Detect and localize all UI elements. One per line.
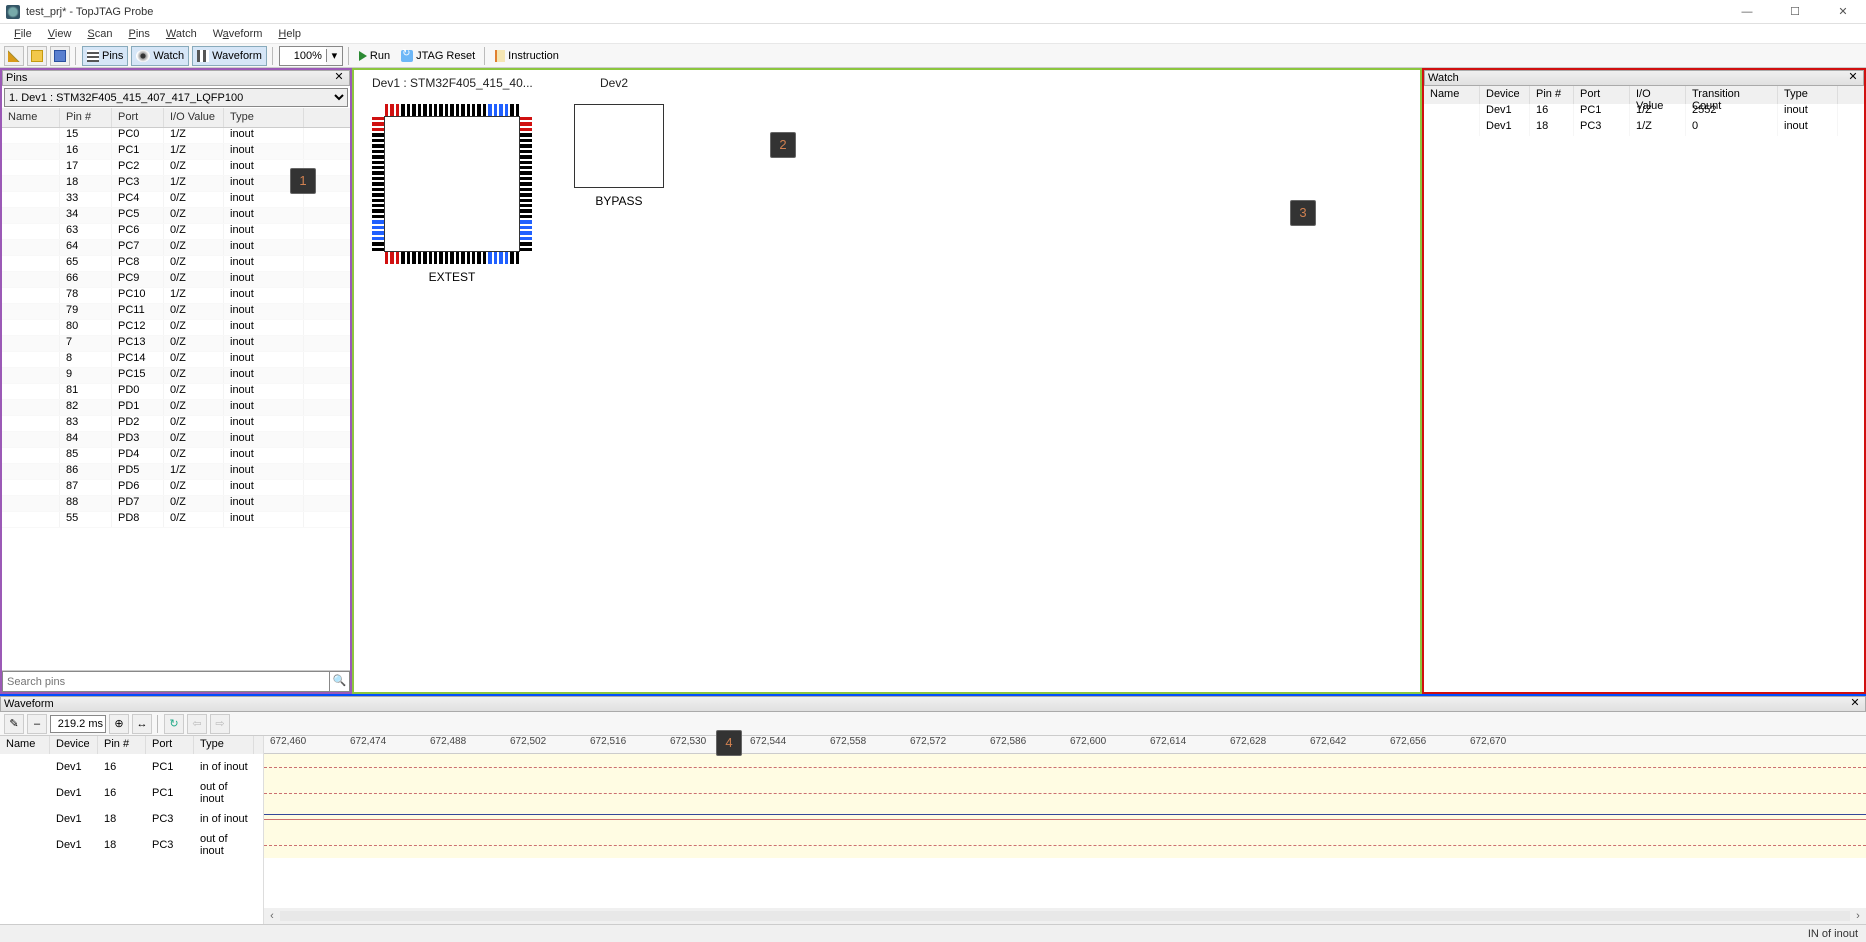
wave-prev-button[interactable]: ⇦ [187, 714, 207, 734]
zoom-input[interactable] [280, 47, 326, 65]
pins-panel-header: Pins ✕ [2, 70, 350, 86]
menu-waveform[interactable]: Waveform [205, 26, 271, 42]
zoom-dropdown-arrow[interactable]: ▾ [326, 49, 342, 62]
zoom-combo[interactable]: ▾ [279, 46, 343, 66]
device2-label: Dev2 [600, 76, 628, 90]
device2-mode-label: BYPASS [574, 194, 664, 208]
menu-file[interactable]: File [6, 26, 40, 42]
badge-3: 3 [1290, 200, 1316, 226]
close-button[interactable]: ✕ [1826, 3, 1860, 21]
waveform-toolbar: ✎ – ⊕ ↔ ↻ ⇦ ⇨ [0, 712, 1866, 736]
device1-mode-label: EXTEST [372, 270, 532, 284]
table-row[interactable]: 78PC101/Zinout [2, 288, 350, 304]
device-select[interactable]: 1. Dev1 : STM32F405_415_407_417_LQFP100 [4, 88, 348, 107]
pins-table-header: Name Pin # Port I/O Value Type [2, 108, 350, 128]
pins-panel: Pins ✕ 1. Dev1 : STM32F405_415_407_417_L… [0, 68, 352, 694]
run-button[interactable]: Run [355, 46, 394, 66]
list-item[interactable]: Dev118PC3out of inout [0, 832, 263, 858]
badge-4: 4 [716, 730, 742, 756]
wave-minus-button[interactable]: – [27, 714, 47, 734]
search-input[interactable] [2, 671, 330, 692]
panel-toggle-pins[interactable]: Pins [82, 46, 128, 66]
table-row[interactable]: Dev116PC11/Z2552inout [1424, 104, 1864, 120]
menu-watch[interactable]: Watch [158, 26, 205, 42]
table-row[interactable]: 83PD20/Zinout [2, 416, 350, 432]
window-title: test_prj* - TopJTAG Probe [26, 6, 1730, 18]
waveform-hscroll[interactable]: ‹ › [264, 908, 1866, 924]
waveform-panel: Waveform ✕ ✎ – ⊕ ↔ ↻ ⇦ ⇨ Name Device [0, 694, 1866, 924]
instruction-button[interactable]: Instruction [491, 46, 563, 66]
wave-next-button[interactable]: ⇨ [210, 714, 230, 734]
wave-cursor-button[interactable]: ✎ [4, 714, 24, 734]
table-row[interactable]: 15PC01/Zinout [2, 128, 350, 144]
status-bar: IN of inout [0, 924, 1866, 942]
watch-table-body[interactable]: Dev116PC11/Z2552inoutDev118PC31/Z0inout [1424, 104, 1864, 692]
table-row[interactable]: 82PD10/Zinout [2, 400, 350, 416]
list-item[interactable]: Dev118PC3in of inout [0, 806, 263, 832]
panel-toggle-watch[interactable]: Watch [131, 46, 189, 66]
table-row[interactable]: 63PC60/Zinout [2, 224, 350, 240]
table-row[interactable]: 84PD30/Zinout [2, 432, 350, 448]
table-row[interactable]: 81PD00/Zinout [2, 384, 350, 400]
maximize-button[interactable]: ☐ [1778, 3, 1812, 21]
menu-scan[interactable]: Scan [79, 26, 120, 42]
list-item[interactable]: Dev116PC1in of inout [0, 754, 263, 780]
search-icon[interactable]: 🔍 [330, 671, 350, 692]
table-row[interactable]: 65PC80/Zinout [2, 256, 350, 272]
scroll-right-icon[interactable]: › [1850, 910, 1866, 922]
wave-plus-button[interactable]: ⊕ [109, 714, 129, 734]
status-text: IN of inout [1808, 928, 1858, 940]
menubar: File View Scan Pins Watch Waveform Help [0, 24, 1866, 44]
waveform-signal-list: Name Device Pin # Port Type Dev116PC1in … [0, 736, 264, 924]
scroll-left-icon[interactable]: ‹ [264, 910, 280, 922]
table-row[interactable]: 88PD70/Zinout [2, 496, 350, 512]
menu-help[interactable]: Help [270, 26, 309, 42]
table-row[interactable]: Dev118PC31/Z0inout [1424, 120, 1864, 136]
wave-refresh-button[interactable]: ↻ [164, 714, 184, 734]
menu-view[interactable]: View [40, 26, 80, 42]
jtag-reset-button[interactable]: JTAG Reset [397, 46, 479, 66]
save-button[interactable] [50, 46, 70, 66]
wave-fit-button[interactable]: ↔ [132, 714, 152, 734]
table-row[interactable]: 86PD51/Zinout [2, 464, 350, 480]
watch-table-header: Name Device Pin # Port I/O Value Transit… [1424, 86, 1864, 104]
badge-2: 2 [770, 132, 796, 158]
table-row[interactable]: 80PC120/Zinout [2, 320, 350, 336]
app-icon [6, 5, 20, 19]
table-row[interactable]: 55PD80/Zinout [2, 512, 350, 528]
toolbar: Pins Watch Waveform ▾ Run JTAG Reset Ins… [0, 44, 1866, 68]
watch-panel-close-icon[interactable]: ✕ [1846, 71, 1860, 85]
table-row[interactable]: 16PC11/Zinout [2, 144, 350, 160]
table-row[interactable]: 7PC130/Zinout [2, 336, 350, 352]
schematic-panel[interactable]: Dev1 : STM32F405_415_40... Dev2 EXTEST B… [352, 68, 1422, 694]
menu-pins[interactable]: Pins [121, 26, 158, 42]
device2-chip[interactable] [574, 104, 664, 188]
watch-panel: Watch ✕ Name Device Pin # Port I/O Value… [1422, 68, 1866, 694]
new-button[interactable] [4, 46, 24, 66]
wave-time-input[interactable] [50, 715, 106, 733]
table-row[interactable]: 79PC110/Zinout [2, 304, 350, 320]
table-row[interactable]: 87PD60/Zinout [2, 480, 350, 496]
watch-panel-header: Watch ✕ [1424, 70, 1864, 86]
pins-panel-close-icon[interactable]: ✕ [332, 71, 346, 85]
table-row[interactable]: 8PC140/Zinout [2, 352, 350, 368]
waveform-plot-area[interactable]: 672,460672,474672,488672,502672,516672,5… [264, 736, 1866, 924]
table-row[interactable]: 34PC50/Zinout [2, 208, 350, 224]
waveform-panel-close-icon[interactable]: ✕ [1848, 697, 1862, 711]
pins-table-body[interactable]: 15PC01/Zinout16PC11/Zinout17PC20/Zinout1… [2, 128, 350, 670]
panel-toggle-waveform[interactable]: Waveform [192, 46, 267, 66]
table-row[interactable]: 33PC40/Zinout [2, 192, 350, 208]
open-button[interactable] [27, 46, 47, 66]
device1-label: Dev1 : STM32F405_415_40... [372, 76, 533, 90]
table-row[interactable]: 85PD40/Zinout [2, 448, 350, 464]
table-row[interactable]: 66PC90/Zinout [2, 272, 350, 288]
table-row[interactable]: 64PC70/Zinout [2, 240, 350, 256]
minimize-button[interactable]: — [1730, 3, 1764, 21]
titlebar: test_prj* - TopJTAG Probe — ☐ ✕ [0, 0, 1866, 24]
device1-chip[interactable] [372, 104, 532, 264]
table-row[interactable]: 9PC150/Zinout [2, 368, 350, 384]
waveform-panel-header: Waveform ✕ [0, 696, 1866, 712]
list-item[interactable]: Dev116PC1out of inout [0, 780, 263, 806]
badge-1: 1 [290, 168, 316, 194]
